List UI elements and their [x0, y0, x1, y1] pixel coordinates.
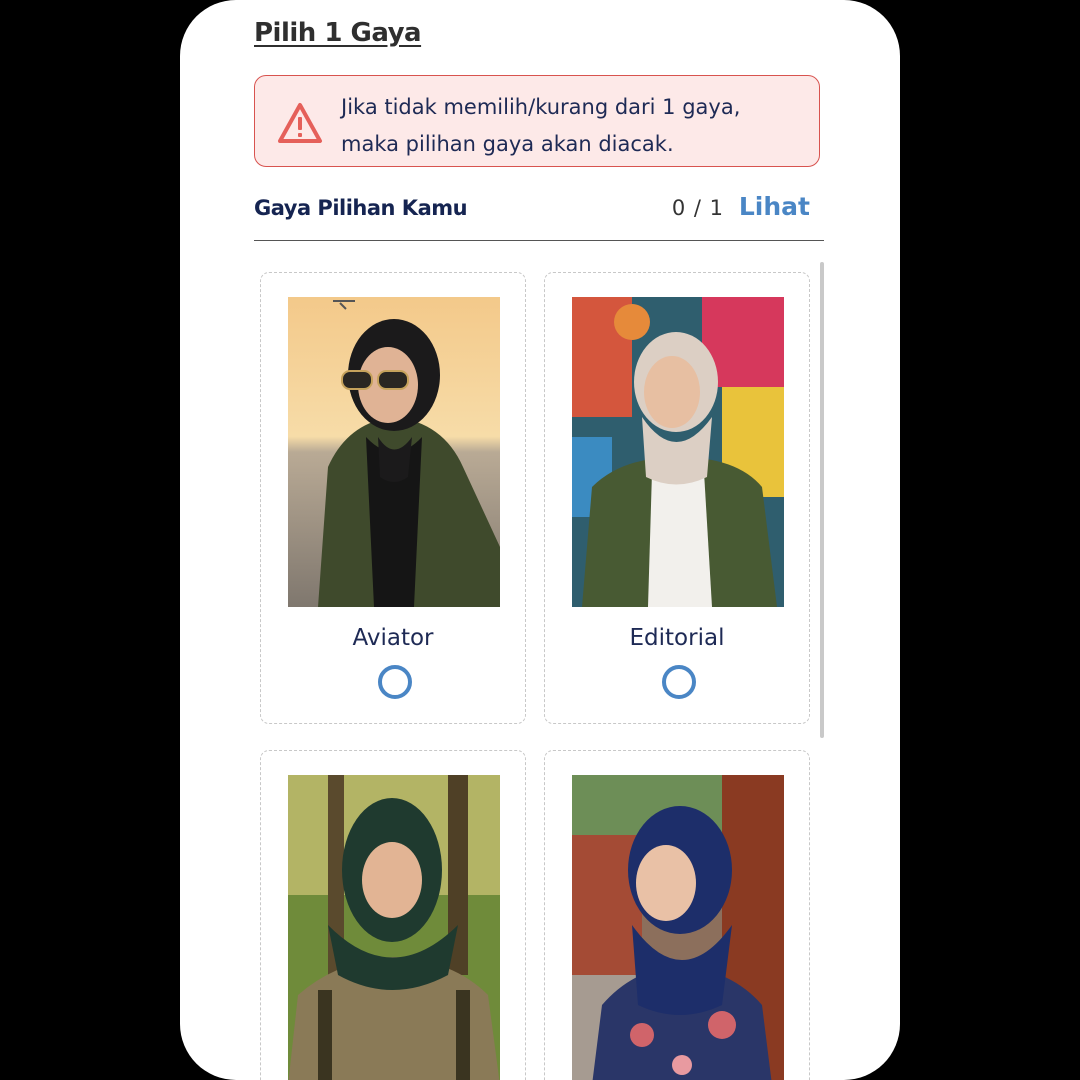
alert-message: Jika tidak memilih/kurang dari 1 gaya, m…	[341, 89, 811, 163]
style-photo-4	[572, 775, 784, 1080]
alert-line-2: maka pilihan gaya akan diacak.	[341, 132, 674, 156]
selection-count: 0 / 1	[671, 196, 724, 220]
portrait-image	[572, 775, 784, 1080]
style-card-editorial[interactable]: Editorial	[544, 272, 810, 724]
divider	[254, 240, 824, 241]
warning-alert: Jika tidak memilih/kurang dari 1 gaya, m…	[254, 75, 820, 167]
style-photo-editorial	[572, 297, 784, 607]
warning-icon	[278, 103, 322, 143]
alert-line-1: Jika tidak memilih/kurang dari 1 gaya,	[341, 95, 741, 119]
style-photo-aviator	[288, 297, 500, 607]
style-card-4[interactable]	[544, 750, 810, 1080]
style-photo-3	[288, 775, 500, 1080]
selection-summary: Gaya Pilihan Kamu 0 / 1 Lihat	[254, 192, 820, 228]
style-name: Editorial	[629, 625, 725, 651]
style-radio-aviator[interactable]	[378, 665, 412, 699]
scrollbar[interactable]	[820, 262, 824, 738]
selection-label: Gaya Pilihan Kamu	[254, 196, 468, 220]
portrait-image	[288, 297, 500, 607]
style-name: Aviator	[352, 625, 434, 651]
style-card-aviator[interactable]: Aviator	[260, 272, 526, 724]
portrait-image	[288, 775, 500, 1080]
portrait-image	[572, 297, 784, 607]
phone-screen: Pilih 1 Gaya Jika tidak memilih/kurang d…	[180, 0, 900, 1080]
page-title: Pilih 1 Gaya	[254, 18, 422, 48]
style-radio-editorial[interactable]	[662, 665, 696, 699]
style-card-3[interactable]	[260, 750, 526, 1080]
view-selection-link[interactable]: Lihat	[739, 192, 810, 221]
